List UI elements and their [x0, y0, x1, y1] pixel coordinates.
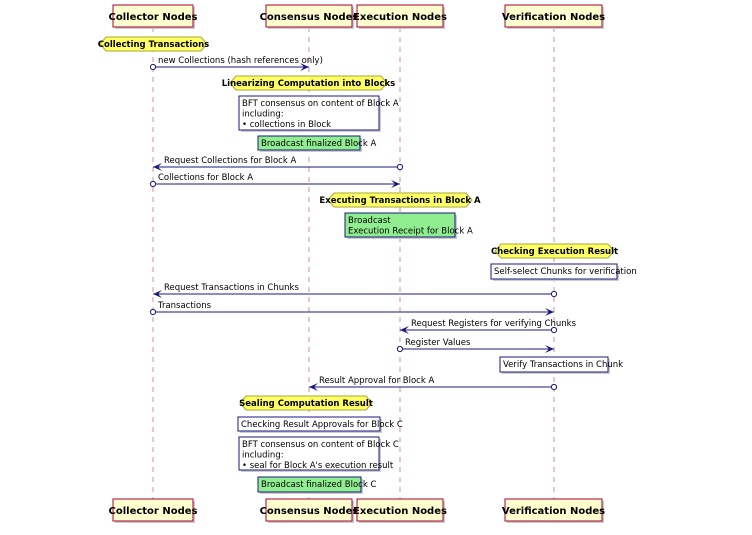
note-bft-block-a: BFT consensus on content of Block Ainclu…: [238, 95, 399, 132]
participant-collector-top: Collector Nodes: [109, 4, 198, 29]
note-text: Broadcast finalized Block A: [261, 139, 376, 149]
note-bft-block-c: BFT consensus on content of Block Cinclu…: [238, 436, 399, 472]
message-arrow: Register Values: [396, 338, 554, 353]
note-text: Self-select Chunks for verification: [494, 267, 637, 277]
message-label: Register Values: [405, 338, 471, 348]
divider: Linearizing Computation into Blocks: [222, 75, 395, 91]
divider-label: Linearizing Computation into Blocks: [222, 79, 395, 89]
note-checking-approvals: Checking Result Approvals for Block C: [237, 416, 403, 433]
message-arrow: Request Collections for Block A: [153, 156, 404, 171]
participant-execution-top: Execution Nodes: [353, 4, 447, 29]
divider: Checking Execution Result: [491, 243, 618, 259]
participant-label: Verification Nodes: [502, 506, 605, 517]
note-text: including:: [242, 451, 284, 461]
note-execution-receipt: BroadcastExecution Receipt for Block A: [344, 212, 473, 239]
arrow-start-circle-icon: [550, 290, 558, 298]
note-text: Broadcast: [348, 216, 391, 226]
note-text: Execution Receipt for Block A: [348, 227, 473, 237]
message-arrow: Collections for Block A: [149, 173, 400, 188]
participant-execution-bottom: Execution Nodes: [353, 498, 447, 523]
divider-label: Checking Execution Result: [491, 247, 618, 257]
message-label: Collections for Block A: [158, 173, 253, 183]
arrow-start-circle-icon: [149, 308, 157, 316]
divider: Sealing Computation Result: [239, 395, 373, 411]
participant-consensus-bottom: Consensus Nodes: [260, 498, 359, 523]
participant-label: Execution Nodes: [353, 506, 447, 517]
note-text: • collections in Block: [242, 120, 331, 130]
message-arrow: Request Registers for verifying Chunks: [400, 319, 577, 334]
note-text: Broadcast finalized Block C: [261, 480, 376, 490]
note-text: BFT consensus on content of Block A: [242, 99, 399, 109]
participant-consensus-top: Consensus Nodes: [260, 4, 359, 29]
note-self-select-chunks: Self-select Chunks for verification: [490, 263, 637, 281]
divider-label: Executing Transactions in Block A: [319, 196, 481, 206]
message-label: Result Approval for Block A: [319, 376, 434, 386]
divider: Executing Transactions in Block A: [319, 192, 481, 208]
message-label: Request Registers for verifying Chunks: [411, 319, 577, 329]
message-arrow: new Collections (hash references only): [149, 56, 323, 71]
participant-label: Consensus Nodes: [260, 12, 359, 23]
participant-verification-top: Verification Nodes: [502, 4, 605, 29]
message-label: Request Collections for Block A: [164, 156, 296, 166]
note-text: including:: [242, 110, 284, 120]
note-text: Checking Result Approvals for Block C: [241, 420, 403, 430]
participant-label: Execution Nodes: [353, 12, 447, 23]
message-arrow: Transactions: [149, 301, 554, 316]
note-text: BFT consensus on content of Block C: [242, 440, 399, 450]
participant-collector-bottom: Collector Nodes: [109, 498, 198, 523]
message-arrow: Result Approval for Block A: [309, 376, 558, 391]
divider-label: Collecting Transactions: [98, 40, 209, 50]
message-arrow: Request Transactions in Chunks: [153, 283, 558, 298]
note-verify-transactions: Verify Transactions in Chunk: [499, 356, 623, 374]
note-broadcast-block-c: Broadcast finalized Block C: [257, 476, 376, 494]
diagram-content: Collecting Transactions new Collections (…: [98, 36, 637, 494]
message-label: new Collections (hash references only): [158, 56, 323, 66]
note-broadcast-block-a: Broadcast finalized Block A: [257, 135, 376, 152]
arrow-start-circle-icon: [149, 180, 157, 188]
note-text: Verify Transactions in Chunk: [503, 360, 623, 370]
message-label: Transactions: [157, 301, 212, 311]
participant-label: Verification Nodes: [502, 12, 605, 23]
divider: Collecting Transactions: [98, 36, 209, 52]
participant-label: Collector Nodes: [109, 506, 198, 517]
message-label: Request Transactions in Chunks: [164, 283, 299, 293]
arrow-start-circle-icon: [396, 163, 404, 171]
arrow-start-circle-icon: [550, 383, 558, 391]
participant-label: Consensus Nodes: [260, 506, 359, 517]
arrow-start-circle-icon: [149, 63, 157, 71]
arrow-start-circle-icon: [396, 345, 404, 353]
participant-label: Collector Nodes: [109, 12, 198, 23]
participant-verification-bottom: Verification Nodes: [502, 498, 605, 523]
note-text: • seal for Block A's execution result: [242, 461, 394, 471]
divider-label: Sealing Computation Result: [239, 399, 373, 409]
sequence-diagram: Collector Nodes Consensus NodesExecution …: [98, 4, 637, 523]
